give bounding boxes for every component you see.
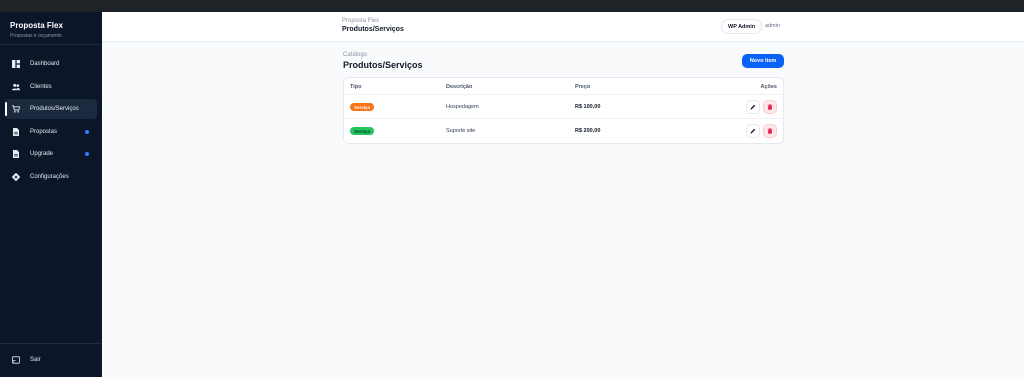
dashboard-icon — [11, 59, 21, 69]
edit-button[interactable] — [746, 100, 760, 114]
pencil-icon — [750, 128, 756, 134]
notification-dot — [85, 129, 89, 134]
sidebar-item-propostas[interactable]: Propostas — [5, 122, 97, 142]
row-price: R$ 100,00 — [575, 104, 601, 110]
sidebar-item-label: Configurações — [30, 173, 69, 180]
header-app-name: Proposta Flex — [342, 18, 380, 24]
sidebar-item-label: Propostas — [30, 128, 58, 135]
sidebar-item-label: Clientes — [30, 83, 52, 90]
page-title: Produtos/Serviços — [343, 60, 423, 70]
breadcrumb: Catálogo — [343, 52, 368, 58]
header-user: admin — [765, 23, 780, 29]
new-item-button[interactable]: Novo item — [742, 54, 784, 68]
pencil-icon — [750, 104, 756, 110]
table-row: Serviço Suporte site R$ 200,00 — [344, 119, 783, 143]
items-table: Tipo Descrição Preço Ações Serviço Hospe… — [343, 77, 784, 144]
sidebar-divider — [0, 343, 102, 344]
gear-icon — [11, 172, 21, 182]
delete-button[interactable] — [763, 100, 777, 114]
sidebar-item-configuracoes[interactable]: Configurações — [5, 167, 97, 187]
column-header-type: Tipo — [350, 84, 362, 90]
logout-label: Sair — [30, 357, 41, 363]
wp-admin-button[interactable]: WP Admin — [721, 19, 763, 34]
sidebar-item-label: Upgrade — [30, 151, 54, 157]
edit-button[interactable] — [746, 124, 760, 138]
type-badge: Serviço — [350, 127, 375, 135]
brand-subtitle: Propostas e orçamento — [10, 33, 62, 39]
column-header-description: Descrição — [446, 84, 473, 90]
trash-icon — [767, 128, 773, 134]
sidebar-item-label: Dashboard — [30, 61, 60, 67]
column-header-actions: Ações — [760, 84, 777, 90]
admin-top-bar — [0, 0, 1024, 12]
sidebar-item-clientes[interactable]: Clientes — [5, 77, 97, 97]
delete-button[interactable] — [763, 124, 777, 138]
row-description: Hospedagem — [446, 104, 479, 110]
header: Proposta Flex Produtos/Serviços WP Admin… — [102, 12, 1024, 42]
row-description: Suporte site — [446, 128, 476, 134]
sidebar-item-produtos-servicos[interactable]: Produtos/Serviços — [5, 99, 97, 119]
logout-button[interactable]: Sair — [5, 350, 41, 370]
document-icon — [11, 149, 21, 159]
cart-icon — [11, 104, 21, 114]
sidebar-nav: Dashboard Clientes Produtos/Serviços Pro… — [0, 45, 102, 187]
column-header-price: Preço — [575, 84, 591, 90]
sidebar-item-label: Produtos/Serviços — [30, 106, 79, 112]
table-row: Serviço Hospedagem R$ 100,00 — [344, 95, 783, 119]
header-title: Produtos/Serviços — [342, 26, 404, 33]
trash-icon — [767, 104, 773, 110]
sidebar-item-dashboard[interactable]: Dashboard — [5, 54, 97, 74]
document-icon — [11, 127, 21, 137]
brand: Proposta Flex Propostas e orçamento — [0, 12, 102, 44]
users-icon — [11, 82, 21, 92]
notification-dot — [85, 152, 89, 156]
type-badge: Serviço — [350, 103, 375, 111]
row-price: R$ 200,00 — [575, 128, 601, 134]
brand-title: Proposta Flex — [10, 21, 63, 30]
logout-icon — [11, 355, 21, 365]
sidebar-item-upgrade[interactable]: Upgrade — [5, 144, 97, 164]
sidebar: Proposta Flex Propostas e orçamento Dash… — [0, 12, 102, 377]
